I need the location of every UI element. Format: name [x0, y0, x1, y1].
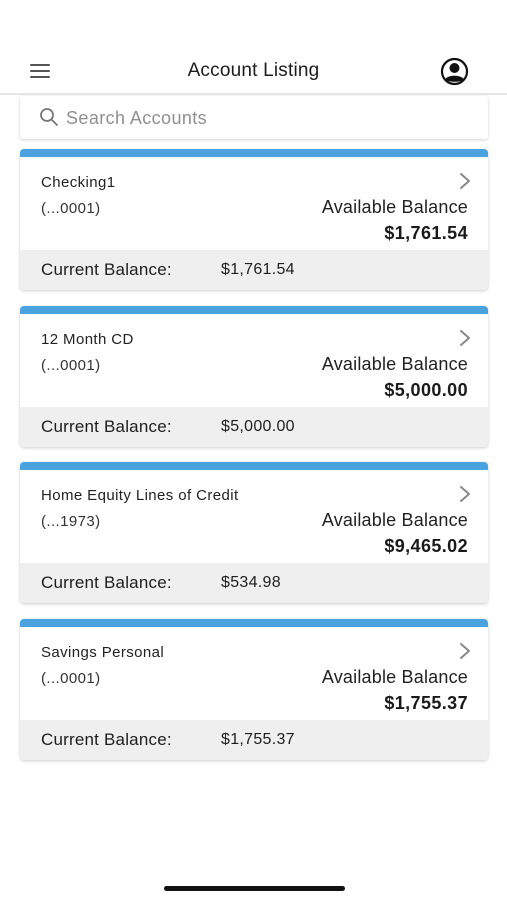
account-card[interactable]: Home Equity Lines of Credit (...1973) Av…	[20, 462, 488, 603]
search-icon	[40, 108, 58, 126]
available-balance-value: $9,465.02	[384, 536, 468, 556]
account-card[interactable]: 12 Month CD (...0001) Available Balance …	[20, 306, 488, 447]
available-balance-value: $1,761.54	[384, 223, 468, 243]
account-number: (...0001)	[41, 357, 101, 374]
chevron-right-icon[interactable]	[458, 171, 472, 191]
account-name: Checking1	[41, 174, 116, 191]
current-balance-label: Current Balance:	[41, 260, 172, 279]
current-balance-label: Current Balance:	[41, 417, 172, 436]
page-title: Account Listing	[187, 60, 320, 81]
account-listing-screen: Account Listing Checking1 (...0001) Avai…	[0, 0, 507, 900]
home-indicator	[164, 886, 345, 891]
current-balance-value: $1,761.54	[221, 261, 295, 278]
app-header: Account Listing	[0, 44, 507, 95]
available-balance-value: $5,000.00	[384, 380, 468, 400]
account-number: (...1973)	[41, 513, 101, 530]
current-balance-row: Current Balance: $534.98	[20, 563, 488, 603]
current-balance-value: $5,000.00	[221, 418, 295, 435]
current-balance-row: Current Balance: $1,761.54	[20, 250, 488, 290]
account-name: Home Equity Lines of Credit	[41, 487, 239, 504]
current-balance-value: $534.98	[221, 574, 281, 591]
current-balance-label: Current Balance:	[41, 730, 172, 749]
account-name: 12 Month CD	[41, 331, 134, 348]
account-number: (...0001)	[41, 200, 101, 217]
current-balance-row: Current Balance: $5,000.00	[20, 407, 488, 447]
current-balance-label: Current Balance:	[41, 573, 172, 592]
search-input[interactable]	[66, 104, 466, 132]
available-balance-label: Available Balance	[321, 354, 468, 374]
current-balance-row: Current Balance: $1,755.37	[20, 720, 488, 760]
available-balance-label: Available Balance	[321, 197, 468, 217]
chevron-right-icon[interactable]	[458, 328, 472, 348]
search-bar	[20, 96, 488, 139]
account-card[interactable]: Checking1 (...0001) Available Balance $1…	[20, 149, 488, 290]
chevron-right-icon[interactable]	[458, 641, 472, 661]
card-accent-bar	[20, 149, 488, 157]
available-balance-label: Available Balance	[321, 667, 468, 687]
account-name: Savings Personal	[41, 644, 165, 661]
account-number: (...0001)	[41, 670, 101, 687]
current-balance-value: $1,755.37	[221, 731, 295, 748]
card-accent-bar	[20, 462, 488, 470]
account-card[interactable]: Savings Personal (...0001) Available Bal…	[20, 619, 488, 760]
card-accent-bar	[20, 619, 488, 627]
card-accent-bar	[20, 306, 488, 314]
available-balance-label: Available Balance	[321, 510, 468, 530]
user-profile-icon[interactable]	[440, 57, 469, 86]
available-balance-value: $1,755.37	[384, 693, 468, 713]
chevron-right-icon[interactable]	[458, 484, 472, 504]
